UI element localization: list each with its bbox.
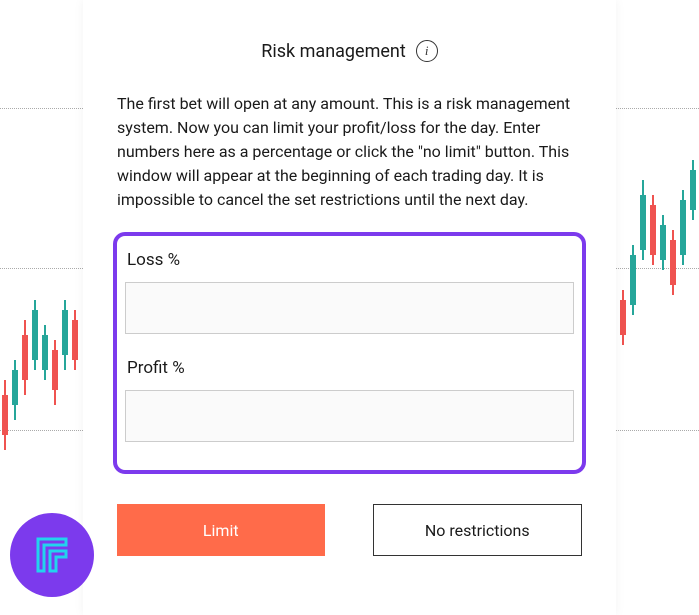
input-fields-highlight: Loss % Profit % xyxy=(113,232,586,474)
brand-logo-icon xyxy=(28,531,76,579)
modal-title: Risk management xyxy=(261,41,405,62)
brand-logo-badge xyxy=(10,513,94,597)
loss-label: Loss % xyxy=(125,250,574,270)
risk-management-modal: Risk management i The first bet will ope… xyxy=(83,0,616,615)
modal-header: Risk management i xyxy=(113,40,586,62)
modal-description: The first bet will open at any amount. T… xyxy=(113,92,586,212)
info-icon[interactable]: i xyxy=(416,40,438,62)
profit-input[interactable] xyxy=(125,390,574,442)
limit-button[interactable]: Limit xyxy=(117,504,325,556)
profit-label: Profit % xyxy=(125,358,574,378)
no-restrictions-button[interactable]: No restrictions xyxy=(373,504,583,556)
button-row: Limit No restrictions xyxy=(113,504,586,556)
loss-input[interactable] xyxy=(125,282,574,334)
